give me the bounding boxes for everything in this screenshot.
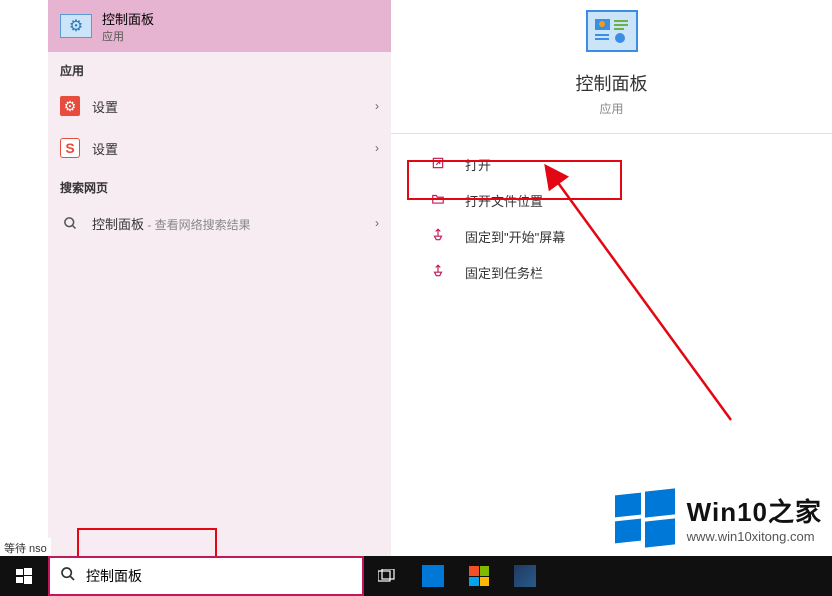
chevron-right-icon: › xyxy=(375,141,379,155)
action-open-location[interactable]: 打开文件位置 xyxy=(391,182,832,218)
app-label: 设置 xyxy=(92,139,375,158)
action-label: 打开 xyxy=(465,155,491,174)
watermark-title: Win10之家 xyxy=(687,492,822,529)
start-button[interactable] xyxy=(0,556,48,596)
web-search-label: 控制面板 - 查看网络搜索结果 xyxy=(92,214,375,233)
preview-panel: 控制面板 应用 打开 打开文件位置 固定到"开始"屏幕 固定到任务栏 xyxy=(391,0,832,556)
action-label: 固定到"开始"屏幕 xyxy=(465,227,565,246)
preview-header: 控制面板 应用 xyxy=(391,0,832,134)
app-item-settings-2[interactable]: S 设置 › xyxy=(48,127,391,169)
win10-logo-icon xyxy=(615,488,675,548)
preview-title: 控制面板 xyxy=(576,70,648,96)
pinned-app-3[interactable] xyxy=(502,565,548,587)
search-icon xyxy=(60,213,80,233)
search-icon xyxy=(60,566,76,586)
taskbar xyxy=(0,556,832,596)
app-label: 设置 xyxy=(92,97,375,116)
action-pin-taskbar[interactable]: 固定到任务栏 xyxy=(391,254,832,290)
watermark: Win10之家 www.win10xitong.com xyxy=(615,488,822,548)
search-results-panel: ⚙ 控制面板 应用 应用 ⚙ 设置 › S 设置 › 搜索网页 控制面板 - 查… xyxy=(48,0,391,556)
status-hint: 等待 nso xyxy=(0,538,51,558)
chevron-right-icon: › xyxy=(375,216,379,230)
best-match-title: 控制面板 xyxy=(102,9,154,28)
pin-taskbar-icon xyxy=(431,264,449,281)
pinned-app-1[interactable] xyxy=(410,565,456,587)
action-pin-start[interactable]: 固定到"开始"屏幕 xyxy=(391,218,832,254)
open-icon xyxy=(431,156,449,173)
pin-icon xyxy=(431,228,449,245)
action-open[interactable]: 打开 xyxy=(391,146,832,182)
sogou-icon: S xyxy=(60,138,80,158)
section-apps-header: 应用 xyxy=(48,52,391,85)
folder-icon xyxy=(431,192,449,209)
gear-icon: ⚙ xyxy=(60,96,80,116)
taskbar-pinned-apps xyxy=(410,565,548,587)
app-item-settings-1[interactable]: ⚙ 设置 › xyxy=(48,85,391,127)
best-match-subtitle: 应用 xyxy=(102,28,154,44)
control-panel-large-icon xyxy=(586,10,638,52)
search-input[interactable] xyxy=(86,568,352,584)
actions-list: 打开 打开文件位置 固定到"开始"屏幕 固定到任务栏 xyxy=(391,134,832,290)
preview-subtitle: 应用 xyxy=(599,100,623,117)
best-match-item[interactable]: ⚙ 控制面板 应用 xyxy=(48,0,391,52)
watermark-url: www.win10xitong.com xyxy=(687,529,822,544)
web-search-item[interactable]: 控制面板 - 查看网络搜索结果 › xyxy=(48,202,391,244)
section-web-header: 搜索网页 xyxy=(48,169,391,202)
taskbar-search-box[interactable] xyxy=(48,556,364,596)
task-view-button[interactable] xyxy=(364,556,410,596)
action-label: 打开文件位置 xyxy=(465,191,543,210)
control-panel-icon: ⚙ xyxy=(60,14,92,38)
chevron-right-icon: › xyxy=(375,99,379,113)
pinned-app-2[interactable] xyxy=(456,565,502,587)
action-label: 固定到任务栏 xyxy=(465,263,543,282)
